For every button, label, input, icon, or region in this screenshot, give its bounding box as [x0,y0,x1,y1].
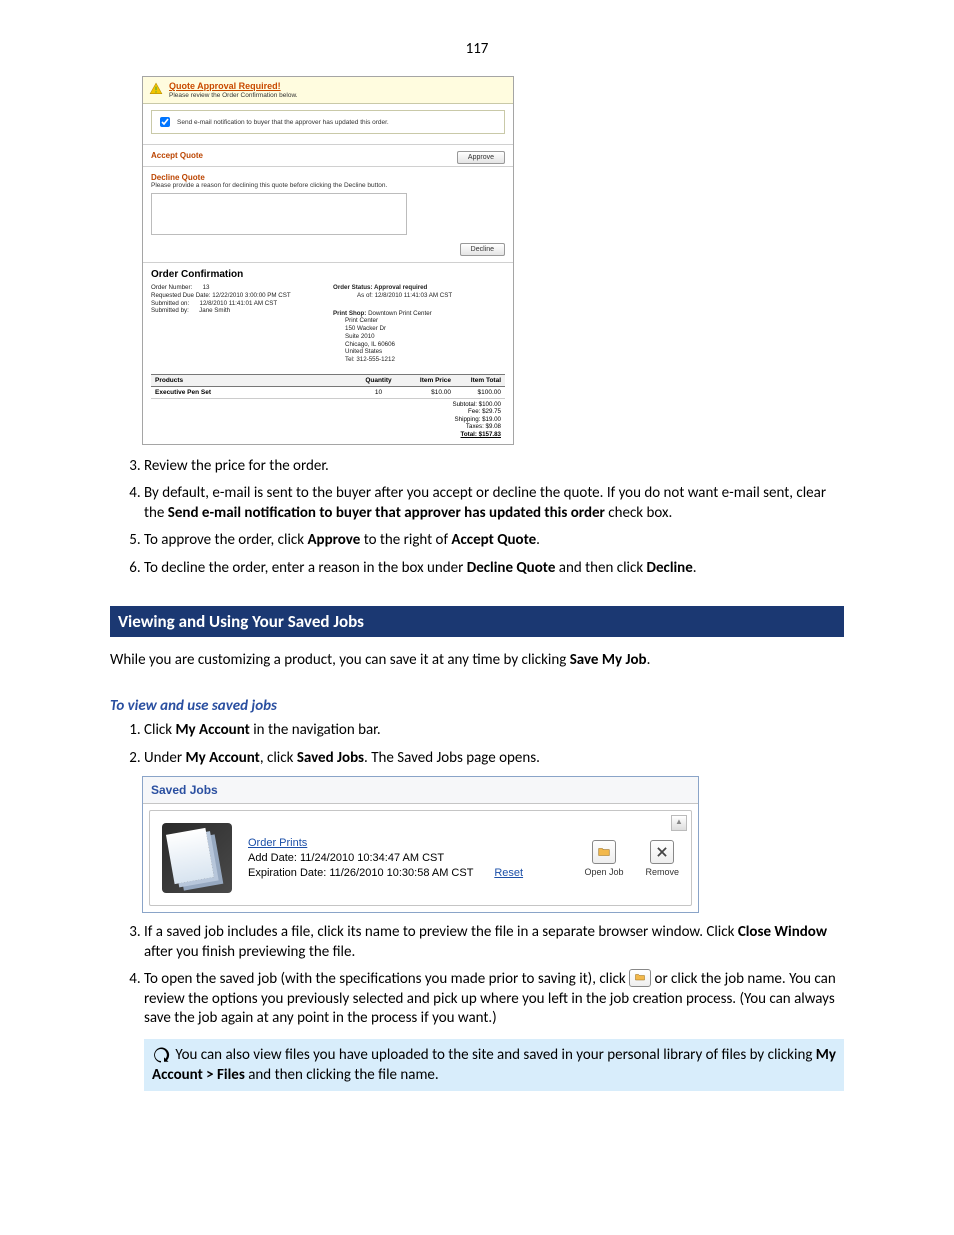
instructions-2: Click My Account in the navigation bar. … [110,721,844,768]
col-item-price: Item Price [401,377,451,384]
requested-due-value: 12/22/2010 3:00:00 PM CST [212,292,290,299]
print-shop-addr2: 150 Wacker Dr [345,325,505,333]
instructions-1: Review the price for the order. By defau… [110,457,844,579]
accept-quote-section: Accept Quote Approve [143,144,513,166]
taxes: Taxes: $9.08 [155,423,501,430]
order-confirmation: Order Confirmation Order Number: 13 Requ… [143,262,513,444]
submitted-on-label: Submitted on: [151,300,189,307]
order-status-value: Approval required [374,284,427,291]
section-heading: Viewing and Using Your Saved Jobs [110,606,844,637]
print-shop-addr1: Print Center [345,317,505,325]
order-number-value: 13 [203,284,210,291]
saved-jobs-screenshot: Saved Jobs ▲ Order Prints Add Date: 11/2… [142,776,699,913]
alert-title: Quote Approval Required! [169,81,298,91]
order-status-label: Order Status: [333,284,373,291]
product-total: $100.00 [451,389,501,396]
scroll-up-icon[interactable]: ▲ [671,815,687,831]
submitted-by-label: Submitted by: [151,307,189,314]
table-row: Executive Pen Set 10 $10.00 $100.00 [151,387,505,399]
products-table: Products Quantity Item Price Item Total … [151,374,505,440]
quote-approval-screenshot: Quote Approval Required! Please review t… [142,76,514,445]
step-1: Click My Account in the navigation bar. [144,721,844,741]
decline-quote-title: Decline Quote [151,173,505,182]
alert-sub: Please review the Order Confirmation bel… [169,92,298,99]
order-number-label: Order Number: [151,284,192,291]
sendmail-row: Send e-mail notification to buyer that t… [151,110,505,134]
order-confirmation-title: Order Confirmation [151,269,505,280]
alert-bar: Quote Approval Required! Please review t… [143,77,513,104]
job-add-date: Add Date: 11/24/2010 10:34:47 AM CST [248,852,444,864]
fee: Fee: $29.75 [155,408,501,415]
print-shop-addr3: Suite 2010 [345,333,505,341]
decline-reason-textarea[interactable] [151,193,407,235]
submitted-on-value: 12/8/2010 11:41:01 AM CST [200,300,278,307]
open-job-label: Open Job [584,867,623,877]
accept-quote-title: Accept Quote [151,151,203,160]
step-3: Review the price for the order. [144,457,844,477]
step-3b: If a saved job includes a file, click it… [144,923,844,962]
print-shop-label: Print Shop: [333,310,366,317]
col-item-total: Item Total [451,377,501,384]
shipping: Shipping: $19.00 [155,416,501,423]
inline-folder-icon [629,969,651,987]
product-name: Executive Pen Set [155,389,211,396]
subtotal: Subtotal: $100.00 [155,401,501,408]
job-thumbnail [162,823,232,893]
approve-button[interactable]: Approve [457,151,505,164]
page-number: 117 [110,40,844,58]
folder-icon [592,840,616,864]
step-5: To approve the order, click Approve to t… [144,531,844,551]
print-shop-addr4: Chicago, IL 60606 [345,341,505,349]
step-2: Under My Account, click Saved Jobs. The … [144,749,844,769]
subheading: To view and use saved jobs [110,697,844,715]
decline-quote-hint: Please provide a reason for declining th… [151,182,505,189]
saved-job-row: Order Prints Add Date: 11/24/2010 10:34:… [162,823,679,893]
col-quantity: Quantity [356,377,401,384]
job-info: Order Prints Add Date: 11/24/2010 10:34:… [248,836,568,881]
decline-button[interactable]: Decline [460,243,505,256]
close-icon [650,840,674,864]
product-price: $10.00 [401,389,451,396]
sendmail-label: Send e-mail notification to buyer that t… [177,119,389,126]
step-4b: To open the saved job (with the specific… [144,970,844,1091]
col-products: Products [155,377,356,384]
tip-box: You can also view files you have uploade… [144,1039,844,1092]
job-name-link[interactable]: Order Prints [248,837,307,849]
remove-label: Remove [645,867,679,877]
reset-link[interactable]: Reset [494,867,523,879]
product-qty: 10 [356,389,401,396]
alert-icon [149,82,163,96]
tip-arrow-icon [152,1046,170,1064]
remove-action[interactable]: Remove [645,840,679,877]
decline-quote-section: Decline Quote Please provide a reason fo… [143,166,513,262]
print-shop-tel: Tel: 312-555-1212 [345,356,505,364]
totals: Subtotal: $100.00 Fee: $29.75 Shipping: … [151,399,505,440]
sendmail-checkbox[interactable] [160,117,170,127]
grand-total: Total: $157.83 [155,431,501,438]
instructions-3: If a saved job includes a file, click it… [110,923,844,1091]
saved-jobs-header: Saved Jobs [143,777,698,804]
requested-due-label: Requested Due Date: [151,292,211,299]
step-6: To decline the order, enter a reason in … [144,559,844,579]
open-job-action[interactable]: Open Job [584,840,623,877]
asof-value: 12/8/2010 11:41:03 AM CST [375,292,453,299]
print-shop-addr5: United States [345,348,505,356]
print-shop-name: Downtown Print Center [368,310,432,317]
section-intro: While you are customizing a product, you… [110,651,844,669]
submitted-by-value: Jane Smith [199,307,230,314]
step-4: By default, e-mail is sent to the buyer … [144,484,844,523]
asof-label: As of: [357,292,373,299]
job-expiration-date: Expiration Date: 11/26/2010 10:30:58 AM … [248,867,473,879]
